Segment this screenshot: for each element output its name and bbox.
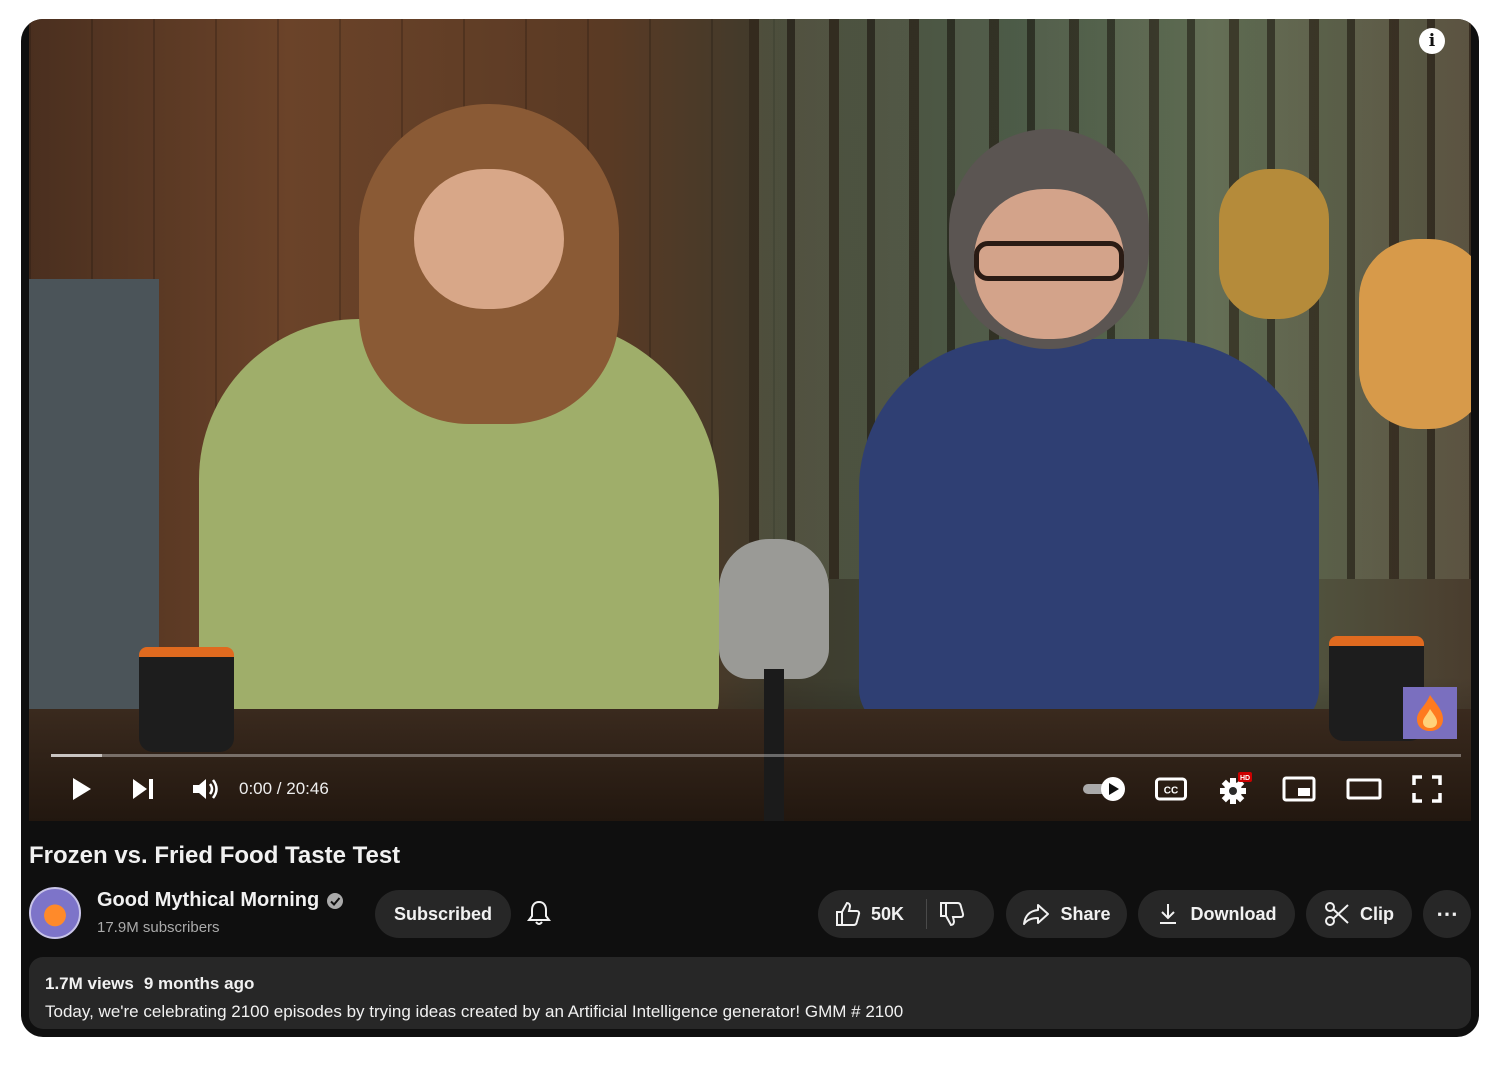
share-arrow-icon <box>1023 904 1050 925</box>
video-frame-electric-guitar <box>1219 169 1329 319</box>
captions-button[interactable]: CC <box>1149 771 1193 807</box>
progress-buffered <box>51 754 102 757</box>
download-label: Download <box>1190 903 1277 924</box>
svg-text:CC: CC <box>1164 786 1178 797</box>
time-display: 0:00 / 20:46 <box>239 779 329 798</box>
bell-icon <box>527 900 551 925</box>
info-icon[interactable]: i <box>1419 28 1445 54</box>
clip-label: Clip <box>1360 903 1394 924</box>
miniplayer-icon <box>1282 776 1316 802</box>
description-box[interactable]: 1.7M views 9 months ago Today, we're cele… <box>29 957 1471 1029</box>
video-player[interactable]: i 0:00 / 20:46 CC HD <box>29 19 1471 821</box>
video-frame-acoustic-guitar <box>1359 239 1471 429</box>
flame-logo-icon <box>1417 695 1443 731</box>
view-count: 1.7M views <box>45 974 134 993</box>
miniplayer-button[interactable] <box>1277 771 1321 807</box>
video-frame-glasses <box>974 241 1124 281</box>
like-button[interactable]: 50K <box>834 900 904 928</box>
youtube-watch-panel: i 0:00 / 20:46 CC HD Frozen vs. Fried Fo… <box>21 19 1479 1037</box>
video-frame-host-right-body <box>859 339 1319 729</box>
upload-age: 9 months ago <box>143 974 255 993</box>
autoplay-toggle[interactable] <box>1079 771 1131 807</box>
theater-mode-button[interactable] <box>1341 771 1387 807</box>
verified-badge-icon <box>327 893 343 909</box>
video-frame-host-left-face <box>414 169 564 309</box>
dislike-button[interactable] <box>938 900 966 933</box>
more-actions-button[interactable]: ⋯ <box>1423 890 1471 938</box>
fullscreen-button[interactable] <box>1405 771 1449 807</box>
subscriber-count: 17.9M subscribers <box>97 919 220 936</box>
next-icon <box>133 779 153 799</box>
theater-mode-icon <box>1346 778 1382 800</box>
scissors-icon <box>1325 902 1349 926</box>
share-label: Share <box>1060 903 1111 924</box>
subscribed-button[interactable]: Subscribed <box>375 890 511 938</box>
settings-button[interactable]: HD <box>1213 771 1257 807</box>
clip-button[interactable]: Clip <box>1306 890 1412 938</box>
progress-bar[interactable] <box>51 754 1461 757</box>
autoplay-toggle-icon <box>1083 777 1125 801</box>
next-button[interactable] <box>123 771 163 807</box>
video-meta: 1.7M views 9 months ago <box>45 974 264 994</box>
video-frame-mug-left <box>139 647 234 752</box>
channel-avatar[interactable] <box>29 887 81 939</box>
settings-gear-icon: HD <box>1220 772 1252 804</box>
captions-icon: CC <box>1155 777 1187 801</box>
like-dislike-group: 50K <box>818 890 994 938</box>
download-icon <box>1159 904 1176 924</box>
thumbs-down-icon <box>940 902 965 927</box>
hd-badge: HD <box>1240 775 1250 782</box>
share-button[interactable]: Share <box>1006 890 1127 938</box>
video-frame-microphone <box>719 539 829 679</box>
like-divider <box>926 899 927 929</box>
notification-bell-button[interactable] <box>523 897 555 929</box>
channel-name[interactable]: Good Mythical Morning <box>97 889 319 912</box>
subscribed-label: Subscribed <box>393 903 493 924</box>
thumbs-up-icon <box>836 901 861 926</box>
channel-watermark[interactable] <box>1403 687 1457 739</box>
more-icon: ⋯ <box>1436 901 1458 926</box>
play-icon <box>73 778 91 800</box>
fullscreen-icon <box>1412 775 1442 803</box>
video-frame-mic-stand <box>764 669 784 821</box>
download-button[interactable]: Download <box>1138 890 1295 938</box>
volume-icon <box>193 779 218 799</box>
description-text: Today, we're celebrating 2100 episodes b… <box>45 1002 904 1021</box>
volume-button[interactable] <box>184 771 228 807</box>
like-count: 50K <box>871 903 905 924</box>
video-title: Frozen vs. Fried Food Taste Test <box>29 842 401 869</box>
play-button[interactable] <box>61 771 101 807</box>
